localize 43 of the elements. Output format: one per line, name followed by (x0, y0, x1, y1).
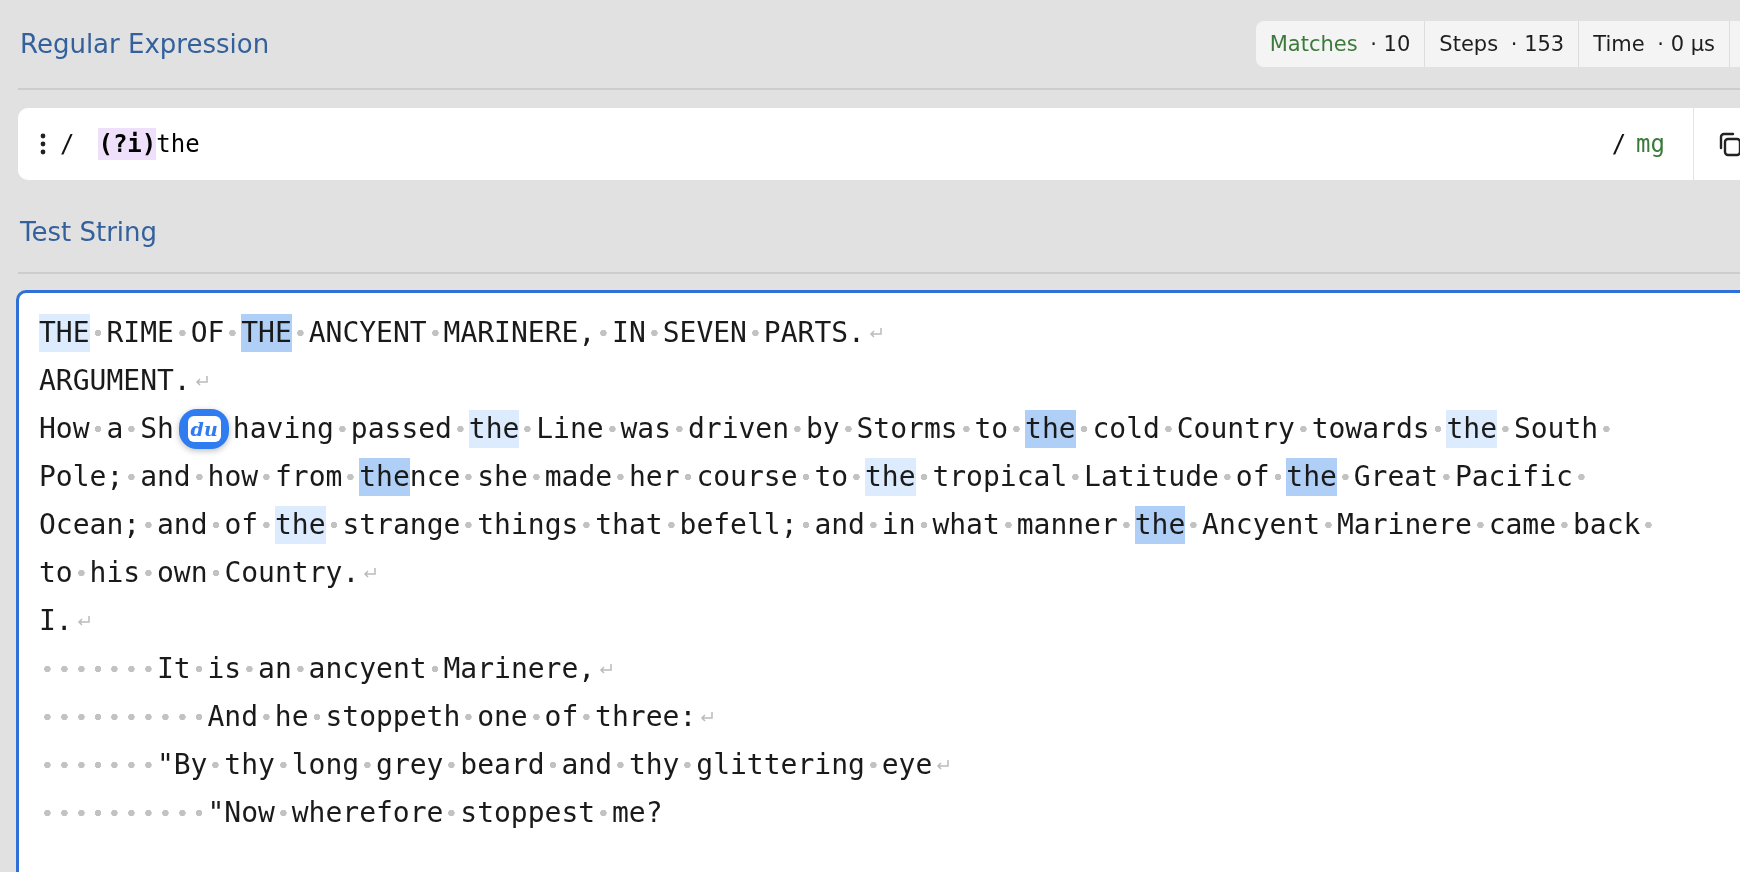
stat-item: Steps · 153 (1425, 21, 1580, 67)
text-run: strange things that befell; and in what manner (325, 506, 1135, 544)
text-run: How a Sh (39, 410, 174, 448)
section-title: Test String (19, 217, 159, 247)
regex-token: the (156, 129, 200, 160)
match-highlight: THE (39, 314, 90, 352)
match-highlight: the (864, 458, 916, 496)
match-highlight: the (359, 458, 410, 496)
text-run: Great Pacific (1336, 458, 1590, 496)
delimiter: / (60, 130, 75, 158)
text-run: Line was driven by Storms to (519, 410, 1026, 448)
delimiter: / (1611, 130, 1627, 158)
regex-field[interactable]: / (?i)the / mg (18, 108, 1740, 180)
text-run: ARGUMENT. (39, 363, 191, 399)
text-run: to his own Country. (39, 554, 360, 592)
text-run: Ancyent Marinere came back (1185, 506, 1658, 544)
match-highlight: the (275, 506, 326, 544)
match-highlight: THE (241, 314, 292, 352)
text-run: nce she made her course to (409, 458, 865, 496)
stat-item: Matches · 10 (1255, 21, 1426, 67)
extension-badge[interactable]: du (178, 409, 230, 449)
text-run: It is an ancyent Marinere, (39, 650, 596, 688)
text-run: RIME OF (89, 314, 242, 352)
match-highlight: the (468, 410, 520, 448)
stat-item: Time · 0 µs (1579, 21, 1730, 67)
match-highlight: the (1286, 458, 1337, 496)
text-run: Ocean; and of (39, 506, 275, 544)
text-run: I. (39, 603, 73, 639)
text-run: "Now wherefore stoppest me? (39, 794, 663, 832)
text-run: ANCYENT MARINERE, IN SEVEN PARTS. (291, 314, 865, 352)
text-run: Pole; and how from (39, 458, 360, 496)
text-run: having passed (232, 410, 469, 448)
regex-token: (?i) (98, 128, 157, 160)
match-highlight: the (1134, 506, 1186, 544)
text-run: South (1497, 410, 1616, 448)
text-run: tropical Latitude of (915, 458, 1287, 496)
text-run: "By thy long grey beard and thy glittering eye (39, 746, 933, 784)
section-title: Regular Expression (19, 29, 271, 59)
regex-flags[interactable]: mg (1636, 130, 1665, 158)
text-run: cold Country towards (1075, 410, 1447, 448)
match-highlight: the (1446, 410, 1498, 448)
match-highlight: the (1025, 410, 1076, 448)
text-run: And he stoppeth one of three: (39, 698, 697, 736)
